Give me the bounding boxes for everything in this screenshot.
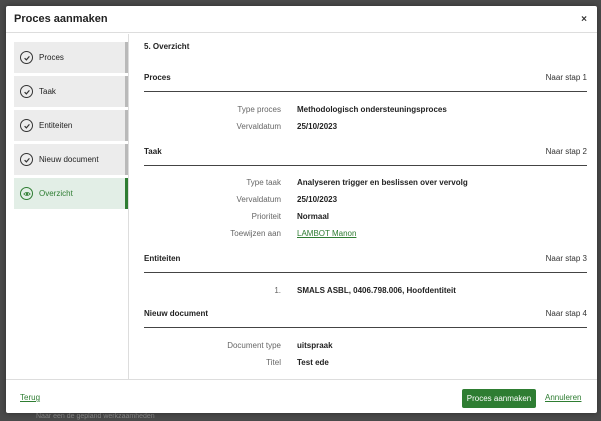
field-value: Analyseren trigger en beslissen over ver… (297, 178, 468, 187)
modal-header: Proces aanmaken × (6, 6, 597, 33)
divider (144, 272, 587, 273)
field-row: Type taak Analyseren trigger en beslisse… (144, 178, 587, 190)
field-value: 25/10/2023 (297, 122, 338, 131)
section-taak: Taak Naar stap 2 (144, 144, 587, 158)
field-label: Type proces (237, 105, 281, 114)
section-title: Proces (144, 72, 171, 82)
step-label: Overzicht (39, 189, 73, 198)
eye-icon (20, 187, 33, 200)
section-entiteiten: Entiteiten Naar stap 3 (144, 251, 587, 265)
field-label: Titel (266, 358, 281, 367)
check-circle-icon (20, 51, 33, 64)
step-label: Nieuw document (39, 155, 99, 164)
goto-step-3-link[interactable]: Naar stap 3 (546, 254, 587, 263)
field-label: Vervaldatum (236, 122, 281, 131)
divider (144, 165, 587, 166)
wizard-steps: Proces Taak Entiteiten Nieuw document Ov… (6, 34, 129, 379)
field-row: Titel Test ede (144, 358, 587, 370)
field-label: Type taak (246, 178, 281, 187)
modal-body: Proces Taak Entiteiten Nieuw document Ov… (6, 34, 597, 379)
field-value: Test ede (297, 358, 329, 367)
step-label: Entiteiten (39, 121, 73, 130)
field-label: Vervaldatum (236, 195, 281, 204)
divider (144, 91, 587, 92)
step-label: Taak (39, 87, 56, 96)
step-title: 5. Overzicht (144, 42, 190, 51)
field-row: Prioriteit Normaal (144, 212, 587, 224)
field-row: Vervaldatum 25/10/2023 (144, 122, 587, 134)
back-link[interactable]: Terug (20, 393, 40, 402)
assignee-link[interactable]: LAMBOT Manon (297, 229, 356, 238)
overview-content: 5. Overzicht Proces Naar stap 1 Type pro… (130, 34, 597, 379)
field-row: Type proces Methodologisch ondersteuning… (144, 105, 587, 117)
section-proces: Proces Naar stap 1 (144, 70, 587, 84)
section-title: Nieuw document (144, 308, 209, 318)
field-value: Methodologisch ondersteuningsproces (297, 105, 447, 114)
check-circle-icon (20, 85, 33, 98)
step-label: Proces (39, 53, 64, 62)
create-process-button[interactable]: Proces aanmaken (462, 389, 536, 408)
check-circle-icon (20, 153, 33, 166)
modal-title: Proces aanmaken (14, 13, 108, 25)
section-nieuw-document: Nieuw document Naar stap 4 (144, 306, 587, 320)
field-value: Normaal (297, 212, 330, 221)
background-text: Naar een de gepland werkzaamheden (36, 413, 155, 420)
field-value: 25/10/2023 (297, 195, 338, 204)
goto-step-2-link[interactable]: Naar stap 2 (546, 147, 587, 156)
close-icon[interactable]: × (581, 14, 587, 25)
step-taak[interactable]: Taak (14, 76, 128, 107)
step-entiteiten[interactable]: Entiteiten (14, 110, 128, 141)
entity-value: SMALS ASBL, 0406.798.006, Hoofdentiteit (297, 286, 456, 295)
step-nieuw-document[interactable]: Nieuw document (14, 144, 128, 175)
field-label: Document type (227, 341, 281, 350)
goto-step-1-link[interactable]: Naar stap 1 (546, 73, 587, 82)
step-overzicht[interactable]: Overzicht (14, 178, 128, 209)
entity-index: 1. (274, 286, 281, 295)
cancel-link[interactable]: Annuleren (545, 393, 581, 402)
field-label: Toewijzen aan (230, 229, 281, 238)
modal-footer: Terug Proces aanmaken Annuleren (6, 379, 597, 413)
check-circle-icon (20, 119, 33, 132)
entity-row: 1. SMALS ASBL, 0406.798.006, Hoofdentite… (144, 286, 587, 298)
field-row: Vervaldatum 25/10/2023 (144, 195, 587, 207)
step-proces[interactable]: Proces (14, 42, 128, 73)
section-title: Taak (144, 146, 162, 156)
field-label: Prioriteit (251, 212, 281, 221)
create-process-modal: Proces aanmaken × Proces Taak Entiteiten… (6, 6, 597, 413)
field-row: Toewijzen aan LAMBOT Manon (144, 229, 587, 241)
section-title: Entiteiten (144, 253, 181, 263)
divider (144, 327, 587, 328)
field-value: uitspraak (297, 341, 333, 350)
goto-step-4-link[interactable]: Naar stap 4 (546, 309, 587, 318)
field-row: Document type uitspraak (144, 341, 587, 353)
